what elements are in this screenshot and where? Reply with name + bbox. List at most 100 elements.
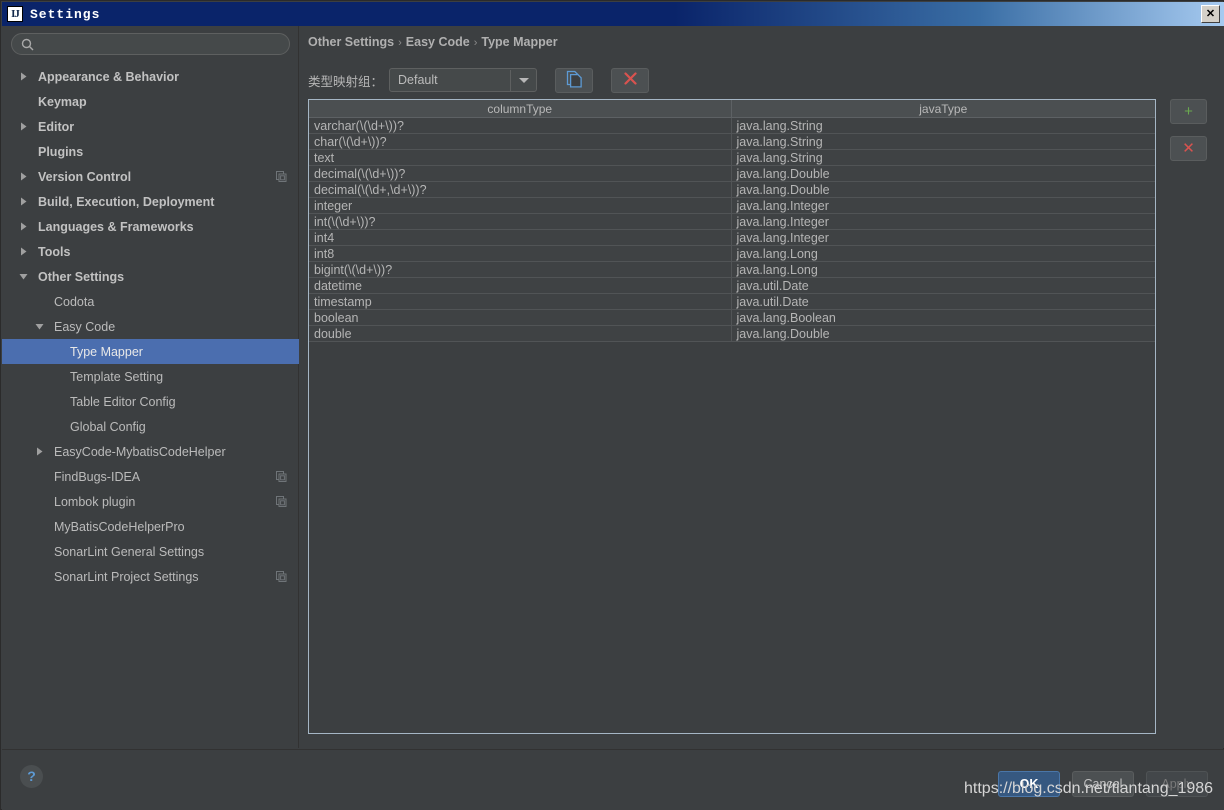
table-row[interactable]: bigint(\(\d+\))? java.lang.Long	[309, 261, 1155, 278]
type-mapper-group-select[interactable]: Default	[389, 68, 538, 92]
sidebar-item-plugins[interactable]: Plugins	[2, 139, 299, 164]
window-close-button[interactable]: ✕	[1201, 5, 1220, 23]
sidebar-item-editor[interactable]: Editor	[2, 114, 299, 139]
sidebar-item-codota[interactable]: Codota	[2, 289, 299, 314]
table-row[interactable]: decimal(\(\d+\))? java.lang.Double	[309, 165, 1155, 182]
cell-column-type[interactable]: char(\(\d+\))?	[309, 133, 732, 150]
sidebar-item-label: Easy Code	[54, 319, 116, 334]
sidebar-item-label: Appearance & Behavior	[38, 69, 180, 84]
cell-column-type[interactable]: datetime	[309, 277, 732, 294]
chevron-right-icon[interactable]	[18, 197, 28, 207]
table-row[interactable]: int8 java.lang.Long	[309, 245, 1155, 262]
delete-group-button[interactable]	[611, 67, 650, 93]
table-row[interactable]: int(\(\d+\))? java.lang.Integer	[309, 213, 1155, 230]
settings-dialog: IJ Settings ✕ Appearance & Behavior Keyma…	[0, 0, 1224, 810]
type-mapper-toolbar: 类型映射组： Default	[308, 66, 650, 94]
sidebar-item-table-editor-config[interactable]: Table Editor Config	[2, 389, 299, 414]
cell-column-type[interactable]: decimal(\(\d+,\d+\))?	[309, 181, 732, 198]
cell-java-type[interactable]: java.lang.Integer	[731, 213, 1155, 230]
cell-java-type[interactable]: java.lang.Long	[731, 261, 1155, 278]
cell-java-type[interactable]: java.lang.String	[731, 149, 1155, 166]
cell-column-type[interactable]: int4	[309, 229, 732, 246]
chevron-down-icon[interactable]	[34, 322, 44, 332]
table-row[interactable]: char(\(\d+\))? java.lang.String	[309, 133, 1155, 150]
cell-column-type[interactable]: bigint(\(\d+\))?	[309, 261, 732, 278]
cell-column-type[interactable]: integer	[309, 197, 732, 214]
copy-group-button[interactable]	[555, 67, 594, 93]
cell-java-type[interactable]: java.lang.Boolean	[731, 309, 1155, 326]
table-row[interactable]: timestamp java.util.Date	[309, 293, 1155, 310]
sidebar-item-tools[interactable]: Tools	[2, 239, 299, 264]
cell-column-type[interactable]: varchar(\(\d+\))?	[309, 117, 732, 134]
settings-main-panel: Other Settings › Easy Code › Type Mapper 类型映…	[300, 26, 1224, 748]
cell-java-type[interactable]: java.lang.Integer	[731, 197, 1155, 214]
chevron-right-icon[interactable]	[18, 172, 28, 182]
table-column-header[interactable]: columnType	[309, 100, 732, 118]
table-row[interactable]: double java.lang.Double	[309, 325, 1155, 342]
table-row[interactable]: int4 java.lang.Integer	[309, 229, 1155, 246]
cell-java-type[interactable]: java.lang.String	[731, 133, 1155, 150]
sidebar-item-keymap[interactable]: Keymap	[2, 89, 299, 114]
chevron-right-icon[interactable]	[18, 122, 28, 132]
sidebar-item-type-mapper[interactable]: Type Mapper	[2, 339, 299, 364]
chevron-right-icon[interactable]	[18, 247, 28, 257]
sidebar-item-build-execution-deployment[interactable]: Build, Execution, Deployment	[2, 189, 299, 214]
type-mapper-table-container[interactable]: columnType javaType varchar(\(\d+\))? java…	[308, 99, 1156, 734]
sidebar-item-template-setting[interactable]: Template Setting	[2, 364, 299, 389]
settings-sidebar: Appearance & Behavior Keymap Editor Plugins…	[2, 26, 299, 748]
cell-column-type[interactable]: int(\(\d+\))?	[309, 213, 732, 230]
cell-column-type[interactable]: boolean	[309, 309, 732, 326]
table-row[interactable]: text java.lang.String	[309, 149, 1155, 166]
table-row[interactable]: decimal(\(\d+,\d+\))? java.lang.Double	[309, 181, 1155, 198]
chevron-right-icon[interactable]	[34, 447, 44, 457]
sidebar-item-findbugs-idea[interactable]: FindBugs-IDEA	[2, 464, 299, 489]
cell-java-type[interactable]: java.util.Date	[731, 293, 1155, 310]
cell-java-type[interactable]: java.lang.String	[731, 117, 1155, 134]
table-row[interactable]: integer java.lang.Integer	[309, 197, 1155, 214]
sidebar-item-mybatiscodehelperpro[interactable]: MyBatisCodeHelperPro	[2, 514, 299, 539]
sidebar-item-label: Lombok plugin	[54, 494, 136, 509]
sidebar-item-easy-code[interactable]: Easy Code	[2, 314, 299, 339]
sidebar-item-label: Keymap	[38, 94, 87, 109]
cell-column-type[interactable]: text	[309, 149, 732, 166]
cell-column-type[interactable]: double	[309, 325, 732, 342]
chevron-right-icon[interactable]	[18, 222, 28, 232]
cell-java-type[interactable]: java.lang.Double	[731, 325, 1155, 342]
cell-java-type[interactable]: java.lang.Double	[731, 165, 1155, 182]
table-row[interactable]: boolean java.lang.Boolean	[309, 309, 1155, 326]
sidebar-item-label: Editor	[38, 119, 75, 134]
sidebar-item-languages-frameworks[interactable]: Languages & Frameworks	[2, 214, 299, 239]
chevron-right-icon[interactable]	[18, 72, 28, 82]
cell-java-type[interactable]: java.lang.Double	[731, 181, 1155, 198]
sidebar-item-version-control[interactable]: Version Control	[2, 164, 299, 189]
remove-row-button[interactable]: ✕	[1170, 136, 1207, 161]
sidebar-item-other-settings[interactable]: Other Settings	[2, 264, 299, 289]
table-column-header[interactable]: javaType	[731, 100, 1155, 118]
cell-java-type[interactable]: java.lang.Long	[731, 245, 1155, 262]
intellij-idea-icon: IJ	[7, 6, 23, 22]
sidebar-item-label: Type Mapper	[70, 344, 143, 359]
sidebar-item-global-config[interactable]: Global Config	[2, 414, 299, 439]
breadcrumb-segment: Easy Code	[405, 35, 470, 49]
sidebar-item-sonarlint-project-settings[interactable]: SonarLint Project Settings	[2, 564, 299, 589]
select-divider	[510, 70, 512, 92]
chevron-down-icon[interactable]	[18, 272, 28, 282]
sidebar-item-label: FindBugs-IDEA	[54, 469, 141, 484]
sidebar-item-appearance-behavior[interactable]: Appearance & Behavior	[2, 64, 299, 89]
cell-java-type[interactable]: java.lang.Integer	[731, 229, 1155, 246]
type-mapper-group-value: Default	[398, 73, 438, 87]
cell-java-type[interactable]: java.util.Date	[731, 277, 1155, 294]
add-row-button[interactable]: +	[1170, 99, 1207, 124]
table-header: columnType javaType	[309, 100, 1155, 118]
table-row[interactable]: varchar(\(\d+\))? java.lang.String	[309, 117, 1155, 134]
cell-column-type[interactable]: int8	[309, 245, 732, 262]
cell-column-type[interactable]: timestamp	[309, 293, 732, 310]
table-row[interactable]: datetime java.util.Date	[309, 277, 1155, 294]
help-button[interactable]: ?	[20, 765, 43, 788]
cell-column-type[interactable]: decimal(\(\d+\))?	[309, 165, 732, 182]
search-input[interactable]	[11, 33, 290, 55]
sidebar-item-sonarlint-general-settings[interactable]: SonarLint General Settings	[2, 539, 299, 564]
sidebar-item-lombok-plugin[interactable]: Lombok plugin	[2, 489, 299, 514]
watermark-text: https://blog.csdn.net/tiantang_1986	[964, 780, 1214, 797]
sidebar-item-easycode-mybatiscodehelper[interactable]: EasyCode-MybatisCodeHelper	[2, 439, 299, 464]
